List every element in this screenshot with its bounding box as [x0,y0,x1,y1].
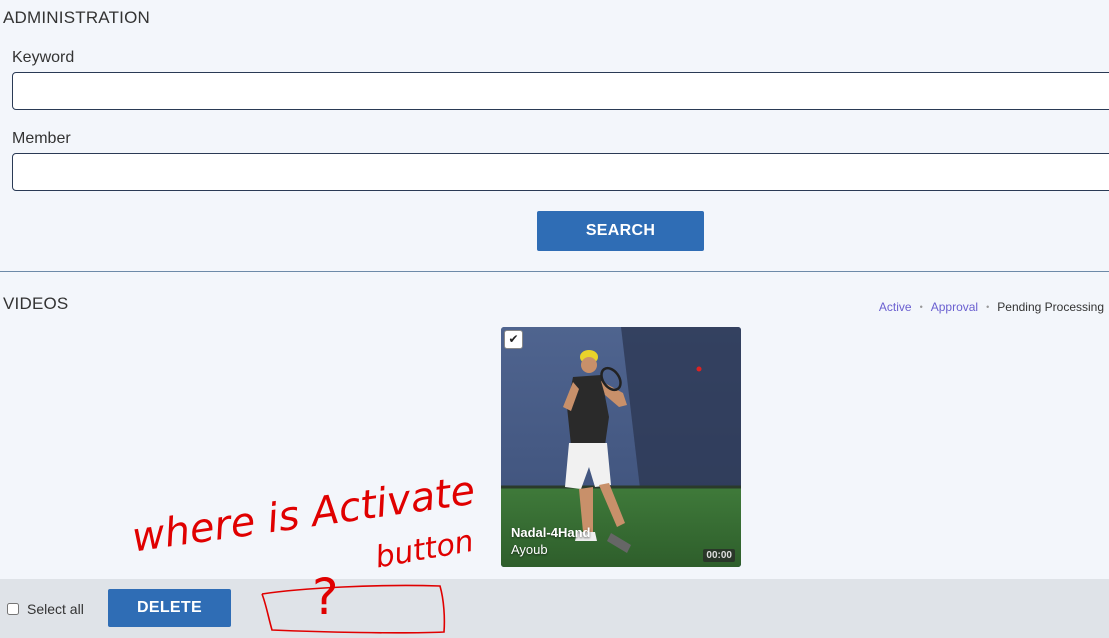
section-divider [0,271,1109,272]
video-title: Nadal-4Hand [511,525,591,540]
select-all-control[interactable]: Select all [7,601,84,617]
admin-title: ADMINISTRATION [3,8,150,27]
select-all-checkbox[interactable] [7,603,19,615]
filter-active-link[interactable]: Active [879,300,912,314]
video-status-filters: Active • Approval • Pending Processing [879,300,1104,314]
video-duration: 00:00 [703,549,735,562]
member-input[interactable] [12,153,1109,191]
annotation-text-line2: button [373,524,477,576]
video-select-checkbox[interactable]: ✔ [504,330,523,349]
filter-approval-link[interactable]: Approval [931,300,978,314]
filter-pending-processing[interactable]: Pending Processing [997,300,1104,314]
keyword-input[interactable] [12,72,1109,110]
annotation-text-line1: where is Activate [129,468,478,562]
filter-separator: • [919,302,923,312]
videos-title: VIDEOS [3,294,69,313]
search-button[interactable]: SEARCH [537,211,704,251]
video-card[interactable]: ✔ Nadal-4Hand Ayoub 00:00 [501,327,741,567]
filter-separator: • [986,302,990,312]
select-all-label: Select all [27,601,84,617]
delete-button[interactable]: DELETE [108,589,231,627]
video-author: Ayoub [511,542,548,557]
keyword-label: Keyword [12,49,75,66]
member-label: Member [12,130,71,147]
